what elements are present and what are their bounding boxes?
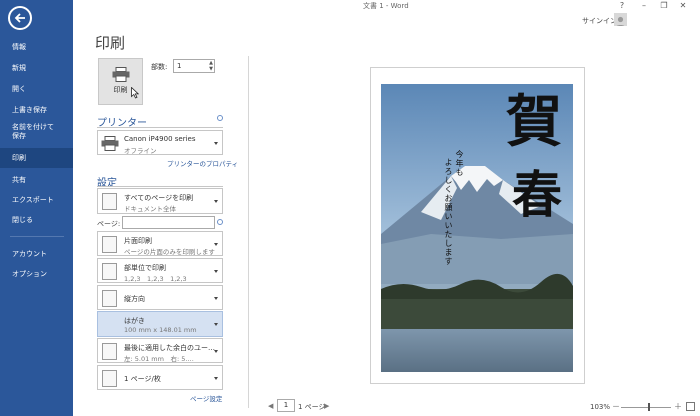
copies-value: 1 — [177, 62, 182, 70]
info-icon[interactable] — [217, 219, 223, 225]
mouse-cursor-icon — [131, 87, 139, 99]
printer-status: オフライン — [124, 147, 157, 155]
printer-icon — [112, 67, 130, 82]
one-sided-icon — [102, 236, 117, 253]
word-backstage-print: 情報 新規 開く 上書き保存 名前を付けて 保存 印刷 共有 エクスポート 閉じ… — [0, 0, 700, 416]
printer-icon — [101, 136, 119, 151]
copies-input[interactable]: 1 ▲ ▼ — [173, 59, 215, 73]
pages-per-sheet-icon — [102, 370, 117, 387]
sidebar-item-close[interactable]: 閉じる — [0, 210, 73, 230]
sidebar-item-save[interactable]: 上書き保存 — [0, 100, 73, 120]
greeting-line-2: よろしくお願いいたします — [444, 158, 453, 266]
settings-section-rule — [97, 186, 223, 187]
page-total: 1 ページ — [298, 403, 326, 411]
sidebar-item-new[interactable]: 新規 — [0, 58, 73, 78]
sidebar-item-account[interactable]: アカウント — [0, 244, 73, 264]
signin-link[interactable]: サインイン — [582, 16, 617, 26]
paper-size-dropdown[interactable]: はがき 100 mm x 148.01 mm — [97, 311, 223, 337]
pages-per-sheet-value: 1 ページ/枚 — [124, 375, 161, 383]
user-icon — [616, 16, 625, 26]
chevron-down-icon — [214, 142, 218, 145]
pages-per-sheet-dropdown[interactable]: 1 ページ/枚 — [97, 365, 223, 390]
restore-button[interactable]: ❐ — [658, 0, 670, 12]
greeting-line-1: 今年も — [455, 150, 464, 177]
chevron-down-icon — [214, 297, 218, 300]
copies-stepper[interactable]: ▲ ▼ — [209, 60, 213, 72]
sidebar-item-options[interactable]: オプション — [0, 264, 73, 284]
sidebar-item-save-as[interactable]: 名前を付けて 保存 — [0, 121, 73, 143]
page-number-input[interactable]: 1 — [277, 399, 295, 412]
window-title: 文書 1 - Word — [363, 2, 409, 10]
page-setup-link[interactable]: ページ設定 — [190, 393, 222, 403]
zoom-in-button[interactable]: ＋ — [674, 401, 682, 412]
sidebar-divider — [10, 236, 64, 237]
printer-properties-link[interactable]: プリンターのプロパティ — [167, 158, 238, 168]
back-button[interactable] — [8, 6, 32, 30]
copies-label: 部数: — [151, 63, 168, 71]
print-range-sub: ドキュメント全体 — [124, 205, 176, 213]
fit-to-page-icon[interactable] — [686, 402, 695, 411]
chevron-down-icon — [214, 350, 218, 353]
margins-icon — [102, 343, 117, 360]
pages-input[interactable] — [122, 216, 215, 229]
chevron-down-icon — [214, 270, 218, 273]
print-button[interactable]: 印刷 — [98, 58, 143, 105]
print-range-main: すべてのページを印刷 — [124, 194, 194, 202]
printer-section-rule — [97, 127, 223, 128]
orientation-dropdown[interactable]: 縦方向 — [97, 285, 223, 310]
margins-sub: 左: 5.01 mm 右: 5.… — [124, 355, 194, 363]
sidebar-item-print[interactable]: 印刷 — [0, 148, 73, 168]
page-title: 印刷 — [95, 34, 126, 52]
sidebar-item-info[interactable]: 情報 — [0, 37, 73, 57]
zoom-out-button[interactable]: － — [612, 401, 620, 412]
close-button[interactable]: ✕ — [677, 0, 689, 12]
zoom-slider[interactable] — [621, 407, 671, 408]
avatar[interactable] — [614, 13, 627, 26]
backstage-sidebar: 情報 新規 開く 上書き保存 名前を付けて 保存 印刷 共有 エクスポート 閉じ… — [0, 0, 73, 416]
printer-name: Canon iP4900 series — [124, 135, 196, 143]
minimize-button[interactable]: – — [638, 0, 650, 12]
help-button[interactable]: ? — [616, 0, 628, 12]
save-as-line-2: 保存 — [12, 132, 26, 140]
zoom-level: 103% — [590, 403, 611, 411]
collate-sub: 1,2,3 1,2,3 1,2,3 — [124, 275, 187, 283]
info-icon[interactable] — [217, 115, 223, 121]
chevron-down-icon — [214, 200, 218, 203]
collate-main: 部単位で印刷 — [124, 264, 166, 272]
pages-label: ページ: — [97, 220, 121, 228]
paper-size-main: はがき — [124, 317, 145, 325]
next-page-button[interactable]: ▶ — [324, 402, 329, 410]
portrait-icon — [102, 290, 117, 307]
sides-dropdown[interactable]: 片面印刷 ページの片面のみを印刷します — [97, 231, 223, 256]
sides-sub: ページの片面のみを印刷します — [124, 248, 215, 256]
title-bar: 文書 1 - Word ? – ❐ ✕ — [73, 0, 700, 12]
previous-page-button[interactable]: ◀ — [268, 402, 273, 410]
sidebar-item-share[interactable]: 共有 — [0, 170, 73, 190]
chevron-down-icon — [214, 323, 218, 326]
collate-dropdown[interactable]: 部単位で印刷 1,2,3 1,2,3 1,2,3 — [97, 258, 223, 283]
sidebar-item-export[interactable]: エクスポート — [0, 190, 73, 210]
back-arrow-icon — [14, 13, 25, 23]
zoom-slider-thumb[interactable] — [648, 403, 650, 411]
greeting-kanji-shun: 春 — [512, 165, 562, 224]
greeting-kanji-ga: 賀 — [506, 89, 562, 155]
sides-main: 片面印刷 — [124, 237, 152, 245]
chevron-down-icon — [214, 243, 218, 246]
sidebar-item-open[interactable]: 開く — [0, 79, 73, 99]
pages-icon — [102, 193, 117, 210]
orientation-value: 縦方向 — [124, 295, 145, 303]
margins-dropdown[interactable]: 最後に適用した余白のユー… 左: 5.01 mm 右: 5.… — [97, 338, 223, 363]
save-as-line-1: 名前を付けて — [12, 123, 54, 131]
printer-dropdown[interactable]: Canon iP4900 series オフライン — [97, 130, 223, 155]
panel-divider — [248, 56, 249, 408]
print-range-dropdown[interactable]: すべてのページを印刷 ドキュメント全体 — [97, 188, 223, 214]
paper-size-sub: 100 mm x 148.01 mm — [124, 326, 197, 334]
chevron-down-icon — [214, 377, 218, 380]
margins-main: 最後に適用した余白のユー… — [124, 344, 215, 352]
collate-icon — [102, 263, 117, 280]
